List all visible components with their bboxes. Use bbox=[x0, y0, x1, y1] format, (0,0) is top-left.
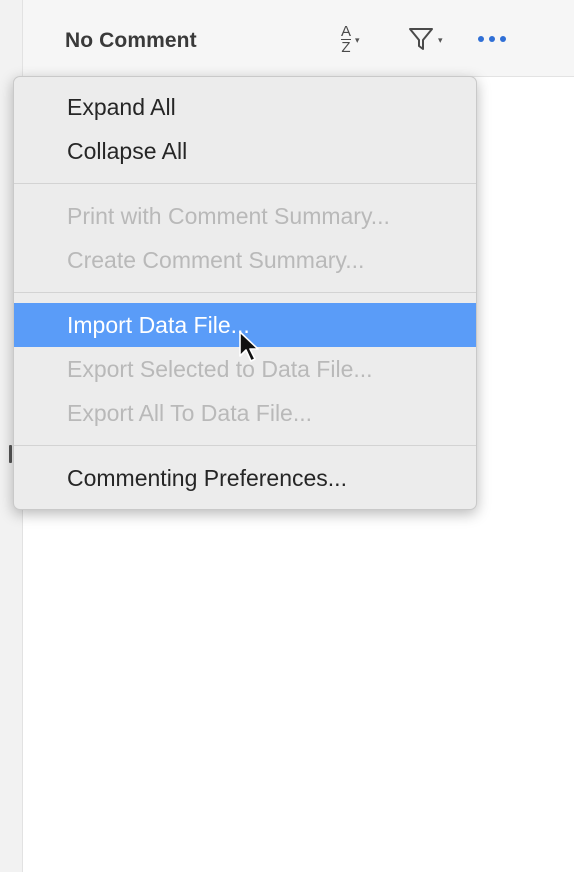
sort-az-icon: A Z bbox=[341, 22, 352, 56]
chevron-down-icon: ▾ bbox=[438, 34, 443, 45]
menu-separator bbox=[14, 292, 476, 293]
options-dropdown-menu: Expand All Collapse All Print with Comme… bbox=[13, 76, 477, 510]
menu-item-export-selected-to-data-file[interactable]: Export Selected to Data File... bbox=[14, 347, 476, 391]
filter-button[interactable]: ▾ bbox=[408, 20, 458, 58]
sort-button[interactable]: A Z ▾ bbox=[341, 20, 387, 58]
more-options-button[interactable] bbox=[478, 20, 518, 58]
comments-panel: No Comment A Z ▾ ▾ Expand All Collapse A… bbox=[0, 0, 574, 872]
menu-item-create-comment-summary[interactable]: Create Comment Summary... bbox=[14, 238, 476, 282]
sort-icon-a: A bbox=[341, 22, 352, 40]
menu-separator bbox=[14, 183, 476, 184]
chevron-down-icon: ▾ bbox=[355, 34, 360, 45]
sort-icon-z: Z bbox=[341, 38, 351, 56]
resize-handle[interactable] bbox=[9, 445, 12, 463]
menu-separator bbox=[14, 445, 476, 446]
menu-item-print-with-comment-summary[interactable]: Print with Comment Summary... bbox=[14, 194, 476, 238]
menu-item-commenting-preferences[interactable]: Commenting Preferences... bbox=[14, 456, 476, 500]
toolbar-title: No Comment bbox=[65, 29, 197, 52]
menu-item-expand-all[interactable]: Expand All bbox=[14, 85, 476, 129]
filter-icon bbox=[409, 28, 433, 50]
menu-item-collapse-all[interactable]: Collapse All bbox=[14, 129, 476, 173]
comments-toolbar: No Comment A Z ▾ ▾ bbox=[23, 0, 574, 77]
menu-item-export-all-to-data-file[interactable]: Export All To Data File... bbox=[14, 391, 476, 435]
menu-item-import-data-file[interactable]: Import Data File... bbox=[14, 303, 476, 347]
more-options-icon bbox=[478, 36, 506, 42]
